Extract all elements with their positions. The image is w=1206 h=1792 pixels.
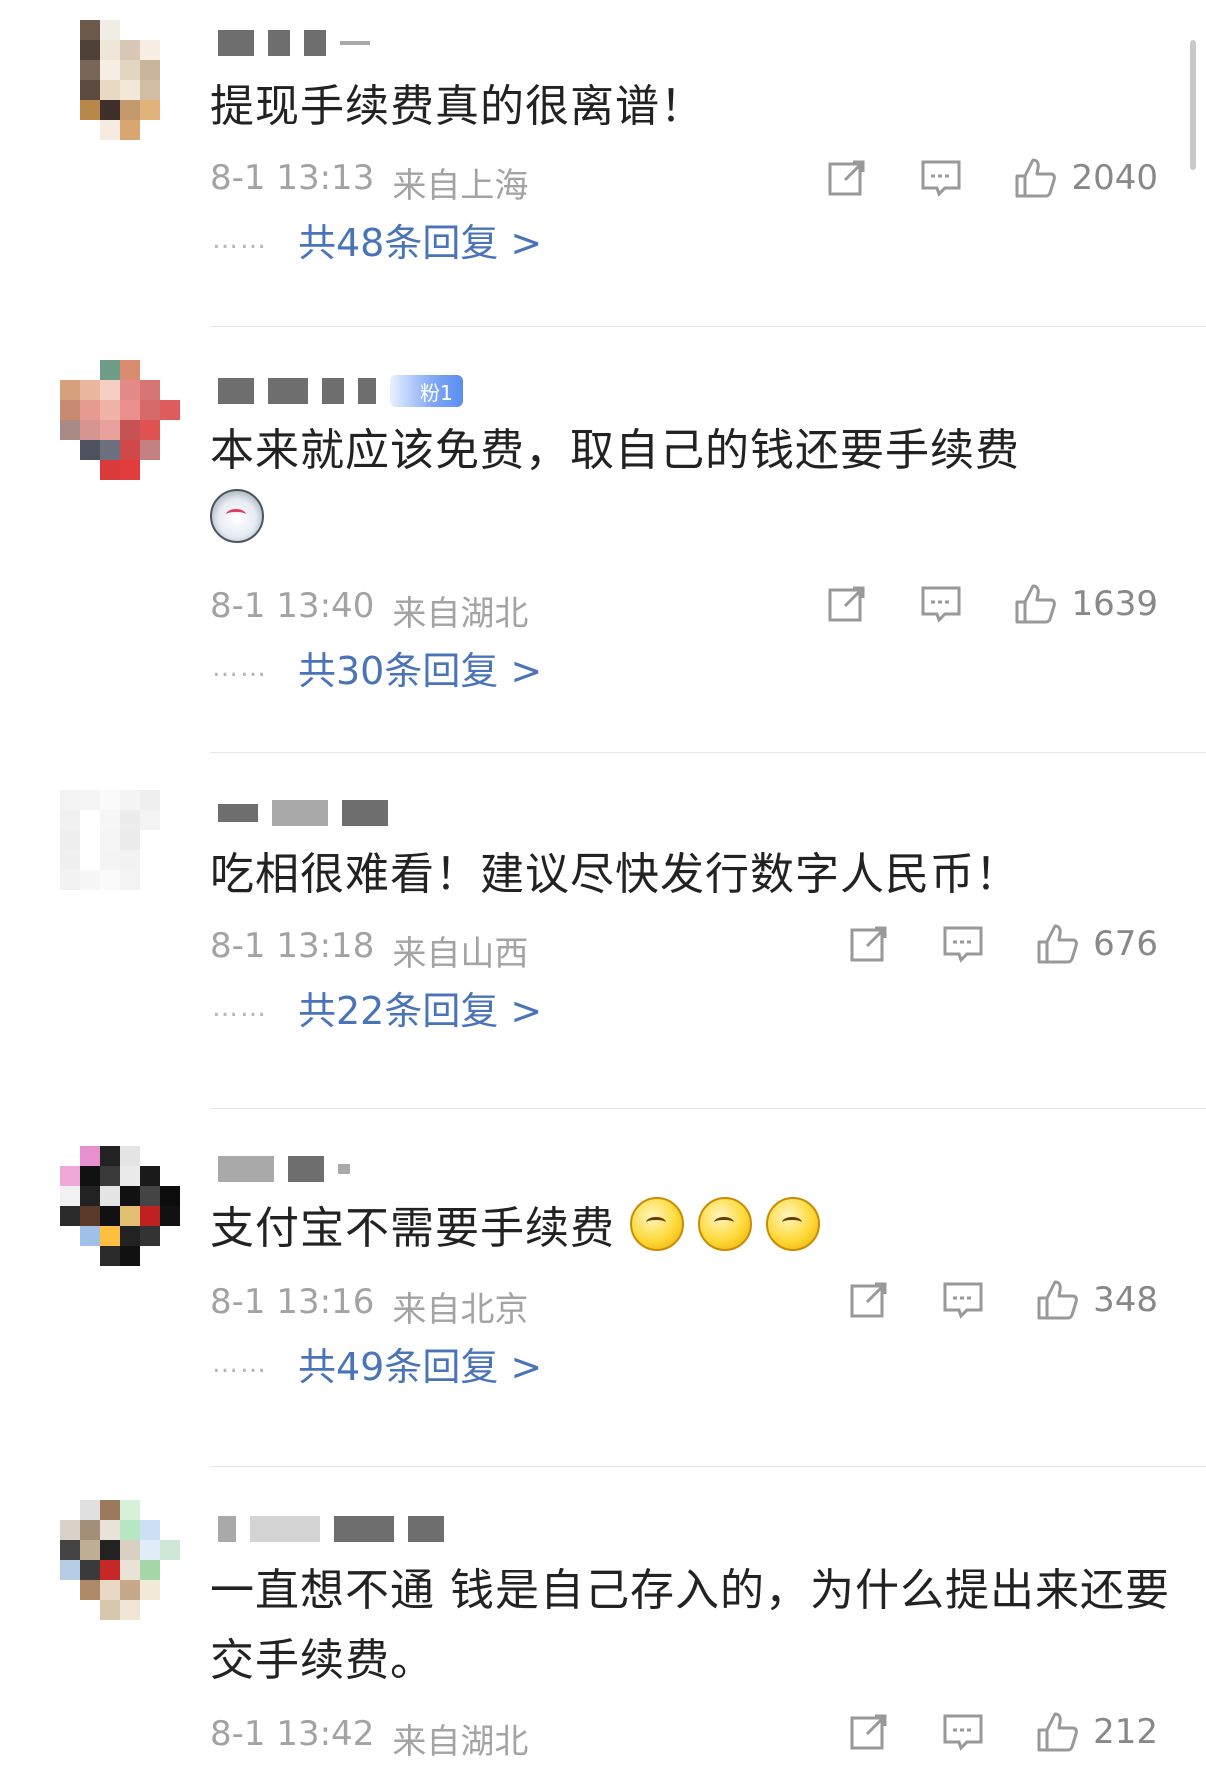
thinking-emoji-icon bbox=[766, 1197, 820, 1251]
replies-row: …… 共49条回复 > bbox=[212, 1336, 542, 1391]
divider bbox=[210, 1108, 1206, 1109]
share-icon[interactable] bbox=[825, 582, 869, 626]
comment-text: 吃相很难看！建议尽快发行数字人民币！ bbox=[210, 849, 1020, 900]
like-count: 212 bbox=[1093, 1712, 1158, 1752]
comment-text-content: 本来就应该免费，取自己的钱还要手续费 bbox=[210, 425, 1020, 476]
comment-actions: 212 bbox=[847, 1710, 1158, 1754]
comment-actions: 676 bbox=[847, 922, 1158, 966]
avatar[interactable] bbox=[60, 1500, 180, 1620]
reply-dots: …… bbox=[212, 992, 268, 1023]
scrollbar[interactable] bbox=[1190, 40, 1196, 170]
comment-text: 提现手续费真的很离谱！ bbox=[210, 81, 705, 132]
like-button[interactable]: 2040 bbox=[1013, 156, 1158, 200]
comment-text: 支付宝不需要手续费 bbox=[210, 1194, 1170, 1264]
comment-text: 一直想不通 钱是自己存入的，为什么提出来还要交手续费。 bbox=[210, 1565, 1170, 1686]
comment-meta: 8-1 13:40 来自湖北 bbox=[210, 586, 528, 635]
like-count: 348 bbox=[1093, 1280, 1158, 1320]
view-replies-link[interactable]: 共48条回复 > bbox=[298, 212, 542, 267]
comment-location: 来自湖北 bbox=[392, 594, 529, 634]
like-icon bbox=[1037, 1712, 1078, 1752]
replies-row: …… 共30条回复 > bbox=[212, 640, 542, 695]
like-count: 1639 bbox=[1071, 584, 1158, 624]
comment-time: 8-1 13:18 bbox=[210, 926, 375, 966]
comment-location: 来自上海 bbox=[392, 166, 529, 206]
like-icon bbox=[1015, 158, 1057, 198]
comment-meta: 8-1 13:42 来自湖北 bbox=[210, 1714, 528, 1763]
comment-time: 8-1 13:40 bbox=[210, 586, 375, 626]
fan-badge: 粉1 bbox=[390, 375, 463, 407]
comment-location: 来自北京 bbox=[392, 1290, 529, 1330]
comment-icon[interactable] bbox=[941, 922, 985, 966]
comment-actions: 1639 bbox=[825, 582, 1158, 626]
comment-time: 8-1 13:42 bbox=[210, 1714, 375, 1754]
avatar[interactable] bbox=[60, 360, 180, 480]
avatar[interactable] bbox=[60, 20, 180, 140]
share-icon[interactable] bbox=[825, 156, 869, 200]
comment-actions: 348 bbox=[847, 1278, 1158, 1322]
username-redacted[interactable] bbox=[218, 1146, 350, 1192]
comment-location: 来自湖北 bbox=[392, 1722, 529, 1762]
share-icon[interactable] bbox=[847, 922, 891, 966]
replies-row: …… 共22条回复 > bbox=[212, 980, 542, 1035]
comment-time: 8-1 13:16 bbox=[210, 1282, 375, 1322]
like-button[interactable]: 1639 bbox=[1013, 582, 1158, 626]
divider bbox=[210, 752, 1206, 753]
like-icon bbox=[1015, 584, 1057, 624]
divider bbox=[210, 1466, 1206, 1467]
comment-text: 本来就应该免费，取自己的钱还要手续费 bbox=[210, 416, 1170, 556]
comment-icon[interactable] bbox=[919, 156, 963, 200]
username-redacted[interactable]: 粉1 bbox=[218, 368, 463, 414]
reply-dots: …… bbox=[212, 1348, 268, 1379]
comment-meta: 8-1 13:13 来自上海 bbox=[210, 158, 528, 207]
reply-dots: …… bbox=[212, 652, 268, 683]
view-replies-link[interactable]: 共30条回复 > bbox=[298, 640, 542, 695]
comment-actions: 2040 bbox=[825, 156, 1158, 200]
divider bbox=[210, 326, 1206, 327]
dog-emoji-icon bbox=[210, 489, 264, 543]
avatar[interactable] bbox=[60, 1146, 180, 1266]
username-redacted[interactable] bbox=[218, 790, 388, 836]
like-button[interactable]: 348 bbox=[1035, 1278, 1158, 1322]
like-icon bbox=[1037, 924, 1078, 964]
comment-text-content: 支付宝不需要手续费 bbox=[210, 1203, 615, 1254]
share-icon[interactable] bbox=[847, 1278, 891, 1322]
comment-icon[interactable] bbox=[941, 1278, 985, 1322]
like-count: 2040 bbox=[1071, 158, 1158, 198]
avatar[interactable] bbox=[60, 790, 180, 910]
comment-meta: 8-1 13:18 来自山西 bbox=[210, 926, 528, 975]
comment-icon[interactable] bbox=[941, 1710, 985, 1754]
thinking-emoji-icon bbox=[630, 1197, 684, 1251]
like-count: 676 bbox=[1093, 924, 1158, 964]
username-redacted[interactable] bbox=[218, 1506, 444, 1552]
comment-meta: 8-1 13:16 来自北京 bbox=[210, 1282, 528, 1331]
username-redacted[interactable] bbox=[218, 20, 370, 66]
share-icon[interactable] bbox=[847, 1710, 891, 1754]
view-replies-link[interactable]: 共22条回复 > bbox=[298, 980, 542, 1035]
like-icon bbox=[1037, 1280, 1078, 1320]
replies-row: …… 共48条回复 > bbox=[212, 212, 542, 267]
reply-dots: …… bbox=[212, 224, 268, 255]
comment-icon[interactable] bbox=[919, 582, 963, 626]
comment-location: 来自山西 bbox=[392, 934, 529, 974]
like-button[interactable]: 212 bbox=[1035, 1710, 1158, 1754]
view-replies-link[interactable]: 共49条回复 > bbox=[298, 1336, 542, 1391]
like-button[interactable]: 676 bbox=[1035, 922, 1158, 966]
thinking-emoji-icon bbox=[698, 1197, 752, 1251]
comment-time: 8-1 13:13 bbox=[210, 158, 375, 198]
